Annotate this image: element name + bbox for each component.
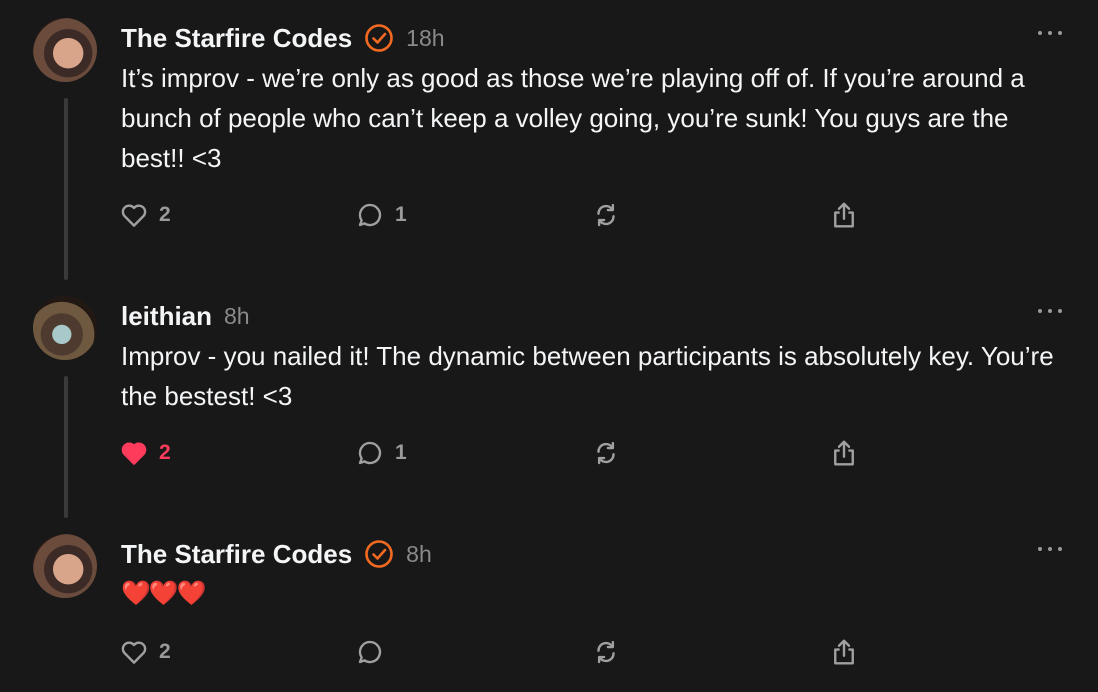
share-icon	[834, 639, 854, 665]
username[interactable]: leithian	[121, 301, 212, 332]
comment-icon	[358, 441, 382, 465]
avatar[interactable]	[33, 534, 97, 598]
heart-icon	[121, 442, 147, 465]
verified-icon	[364, 539, 394, 569]
comment-icon	[358, 640, 382, 664]
share-button[interactable]	[829, 200, 859, 230]
username[interactable]: The Starfire Codes	[121, 539, 352, 570]
more-icon[interactable]	[1038, 542, 1062, 556]
post: leithian 8h Improv - you nailed it! The …	[0, 296, 1098, 496]
verified-icon	[364, 23, 394, 53]
repost-button[interactable]	[591, 637, 621, 667]
username[interactable]: The Starfire Codes	[121, 23, 352, 54]
more-icon[interactable]	[1038, 26, 1062, 40]
reply-count: 1	[395, 441, 407, 464]
heart-icon	[121, 204, 147, 227]
post-text: Improv - you nailed it! The dynamic betw…	[121, 341, 1054, 411]
post-text: It’s improv - we’re only as good as thos…	[121, 63, 1025, 173]
timestamp[interactable]: 8h	[224, 303, 250, 330]
repost-button[interactable]	[591, 200, 621, 230]
share-icon	[834, 440, 854, 466]
reply-button[interactable]	[355, 637, 385, 667]
repost-icon	[597, 441, 615, 465]
like-button[interactable]: 2	[119, 438, 171, 468]
timestamp[interactable]: 8h	[406, 541, 432, 568]
repost-icon	[597, 203, 615, 227]
post-header: The Starfire Codes 18h	[121, 18, 445, 58]
comment-icon	[358, 203, 382, 227]
post: The Starfire Codes 18h It’s improv - we’…	[0, 18, 1098, 258]
post: The Starfire Codes 8h ❤️❤️❤️ 2	[0, 534, 1098, 692]
avatar[interactable]	[33, 18, 97, 82]
more-icon[interactable]	[1038, 304, 1062, 318]
avatar[interactable]	[33, 296, 97, 360]
repost-icon	[597, 640, 615, 664]
reply-count: 1	[395, 203, 407, 226]
share-button[interactable]	[829, 637, 859, 667]
post-header: leithian 8h	[121, 296, 250, 336]
repost-button[interactable]	[591, 438, 621, 468]
like-button[interactable]: 2	[119, 200, 171, 230]
like-count: 2	[159, 640, 171, 663]
like-button[interactable]: 2	[119, 637, 171, 667]
reply-button[interactable]: 1	[355, 438, 407, 468]
heart-icon	[121, 641, 147, 664]
like-count: 2	[159, 203, 171, 226]
like-count: 2	[159, 441, 171, 464]
share-button[interactable]	[829, 438, 859, 468]
post-header: The Starfire Codes 8h	[121, 534, 432, 574]
share-icon	[834, 202, 854, 228]
post-text: ❤️❤️❤️	[121, 580, 207, 607]
reply-button[interactable]: 1	[355, 200, 407, 230]
timestamp[interactable]: 18h	[406, 25, 444, 52]
